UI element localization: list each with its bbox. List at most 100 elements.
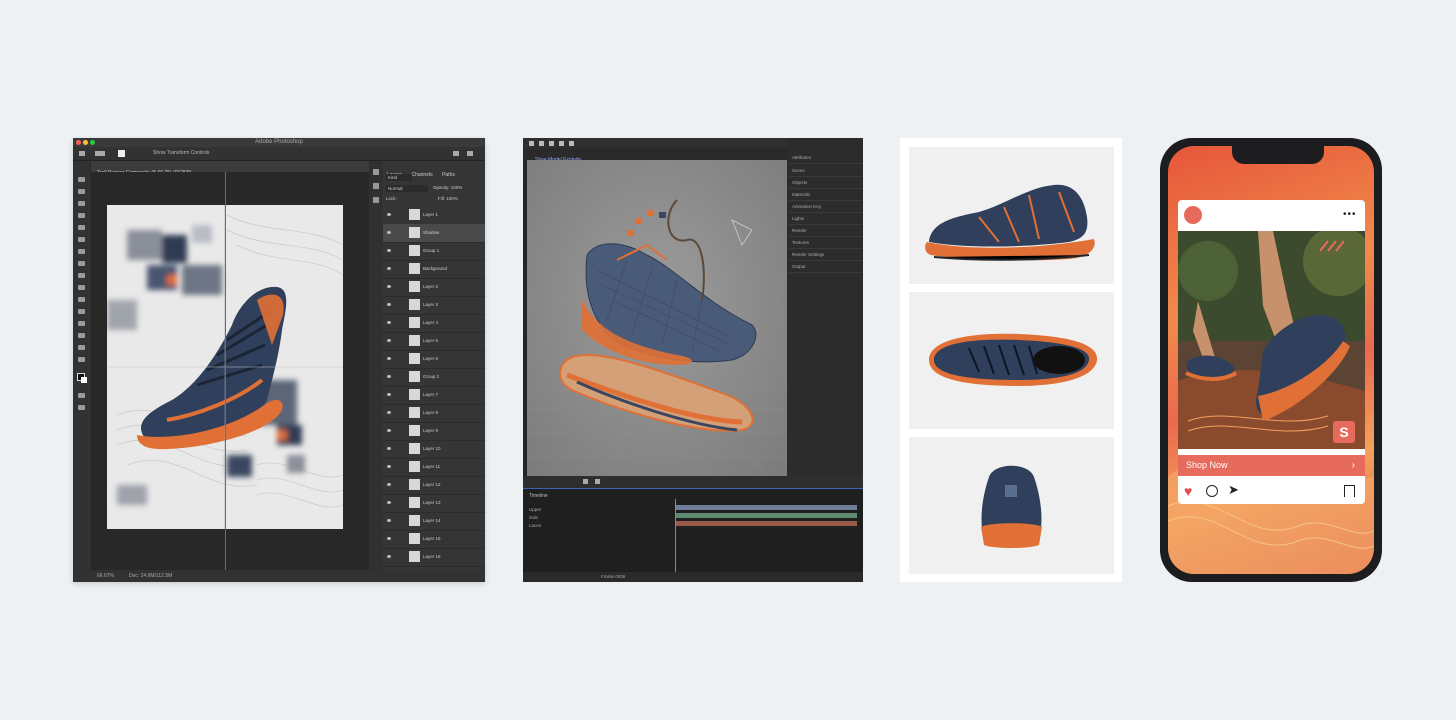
layer-row[interactable]: Layer 12 (383, 476, 485, 495)
menu-item-textures[interactable]: Textures (789, 237, 862, 249)
document-tab[interactable]: Trail Runner Composite @ 66.7% (RGB/8) (91, 161, 369, 176)
background-color-icon[interactable] (81, 377, 87, 383)
heart-icon[interactable]: ♥ (1184, 483, 1192, 499)
brand-badge[interactable]: S (1333, 421, 1355, 443)
visibility-eye-icon[interactable] (387, 285, 391, 288)
menu-item-lights[interactable]: Lights (789, 213, 862, 225)
brush-tool-icon[interactable] (95, 151, 105, 156)
visibility-eye-icon[interactable] (387, 393, 391, 396)
layer-row[interactable]: Layer 6 (383, 350, 485, 369)
share-icon[interactable]: ➤ (1228, 482, 1239, 498)
search-icon[interactable] (453, 151, 459, 156)
menu-item-output[interactable]: Output (789, 261, 862, 273)
type-tool-icon[interactable] (78, 309, 85, 314)
eraser-tool-icon[interactable] (78, 273, 85, 278)
canvas-area[interactable] (91, 172, 369, 570)
visibility-eye-icon[interactable] (387, 411, 391, 414)
eyedropper-tool-icon[interactable] (78, 225, 85, 230)
properties-icon[interactable] (373, 183, 379, 189)
visibility-eye-icon[interactable] (387, 519, 391, 522)
visibility-eye-icon[interactable] (387, 375, 391, 378)
bookmark-icon[interactable] (1344, 485, 1355, 497)
visibility-eye-icon[interactable] (387, 357, 391, 360)
opacity-label[interactable]: Opacity: 100% (433, 185, 462, 190)
product-view-top[interactable] (909, 292, 1114, 429)
pen-tool-icon[interactable] (78, 297, 85, 302)
select-tool-icon[interactable] (529, 141, 534, 146)
layer-row[interactable]: Layer 2 (383, 278, 485, 297)
visibility-eye-icon[interactable] (387, 537, 391, 540)
layer-row[interactable]: Layer 16 (383, 548, 485, 567)
avatar[interactable] (1184, 206, 1202, 224)
hand-tool-icon[interactable] (78, 345, 85, 350)
more-icon[interactable]: ••• (1343, 210, 1357, 220)
visibility-eye-icon[interactable] (387, 555, 391, 558)
layer-row[interactable]: Group 2 (383, 368, 485, 387)
product-view-side[interactable] (909, 147, 1114, 284)
fill-label[interactable]: Fill: 100% (438, 196, 458, 201)
healing-tool-icon[interactable] (78, 237, 85, 242)
adjustments-icon[interactable] (373, 197, 379, 203)
marquee-tool-icon[interactable] (78, 189, 85, 194)
zoom-level[interactable]: 66.67% (97, 570, 114, 582)
layer-row[interactable]: Layer 9 (383, 422, 485, 441)
color-swatch-icon[interactable] (118, 150, 125, 157)
menu-item-render[interactable]: Render (789, 225, 862, 237)
camera-tool-icon[interactable] (569, 141, 574, 146)
scale-tool-icon[interactable] (559, 141, 564, 146)
track-bar-sole[interactable] (675, 513, 857, 518)
visibility-eye-icon[interactable] (387, 339, 391, 342)
play-icon[interactable] (583, 479, 588, 484)
tab-channels[interactable]: Channels (411, 172, 432, 178)
layer-row[interactable]: Layer 4 (383, 314, 485, 333)
gradient-tool-icon[interactable] (78, 285, 85, 290)
options-label[interactable]: Show Transform Controls (153, 147, 209, 160)
track-sole[interactable]: Sole (529, 515, 538, 520)
layer-row[interactable]: Layer 13 (383, 494, 485, 513)
keyframe-icon[interactable] (595, 479, 600, 484)
menu-item-animation[interactable]: Animation Key (789, 201, 862, 213)
history-icon[interactable] (373, 169, 379, 175)
quickmask-icon[interactable] (78, 393, 85, 398)
track-bar-laces[interactable] (675, 521, 857, 526)
visibility-eye-icon[interactable] (387, 213, 391, 216)
visibility-eye-icon[interactable] (387, 321, 391, 324)
menu-item-render-settings[interactable]: Render Settings (789, 249, 862, 261)
layer-row[interactable]: Layer 10 (383, 440, 485, 459)
home-icon[interactable] (79, 151, 85, 156)
layer-row[interactable]: Background (383, 260, 485, 279)
shape-tool-icon[interactable] (78, 333, 85, 338)
track-bar-upper[interactable] (675, 505, 857, 510)
layer-row[interactable]: Group 1 (383, 242, 485, 261)
layer-row[interactable]: Layer 8 (383, 404, 485, 423)
crop-tool-icon[interactable] (78, 213, 85, 218)
lasso-tool-icon[interactable] (78, 201, 85, 206)
layer-row[interactable]: Layer 3 (383, 296, 485, 315)
comment-icon[interactable] (1206, 485, 1218, 497)
path-tool-icon[interactable] (78, 321, 85, 326)
layer-row[interactable]: Layer 15 (383, 530, 485, 549)
visibility-eye-icon[interactable] (387, 483, 391, 486)
menu-item-scene[interactable]: Scene (789, 165, 862, 177)
visibility-eye-icon[interactable] (387, 267, 391, 270)
tab-paths[interactable]: Paths (442, 172, 455, 178)
screen-mode-icon[interactable] (78, 405, 85, 410)
menu-item-materials[interactable]: Materials (789, 189, 862, 201)
visibility-eye-icon[interactable] (387, 501, 391, 504)
layer-row[interactable]: Layer 5 (383, 332, 485, 351)
playhead[interactable] (675, 499, 676, 579)
filter-kind-select[interactable]: Kind (386, 174, 412, 181)
layer-row[interactable]: Layer 1 (383, 206, 485, 225)
visibility-eye-icon[interactable] (387, 447, 391, 450)
menu-item-objects[interactable]: Objects (789, 177, 862, 189)
layer-row[interactable]: Layer 11 (383, 458, 485, 477)
product-view-back[interactable] (909, 437, 1114, 574)
rotate-tool-icon[interactable] (549, 141, 554, 146)
visibility-eye-icon[interactable] (387, 465, 391, 468)
shop-now-bar[interactable]: Shop Now › (1178, 455, 1365, 476)
visibility-eye-icon[interactable] (387, 303, 391, 306)
track-laces[interactable]: Laces (529, 523, 541, 528)
zoom-tool-icon[interactable] (78, 357, 85, 362)
move-tool-icon[interactable] (78, 177, 85, 182)
workspace-icon[interactable] (467, 151, 473, 156)
